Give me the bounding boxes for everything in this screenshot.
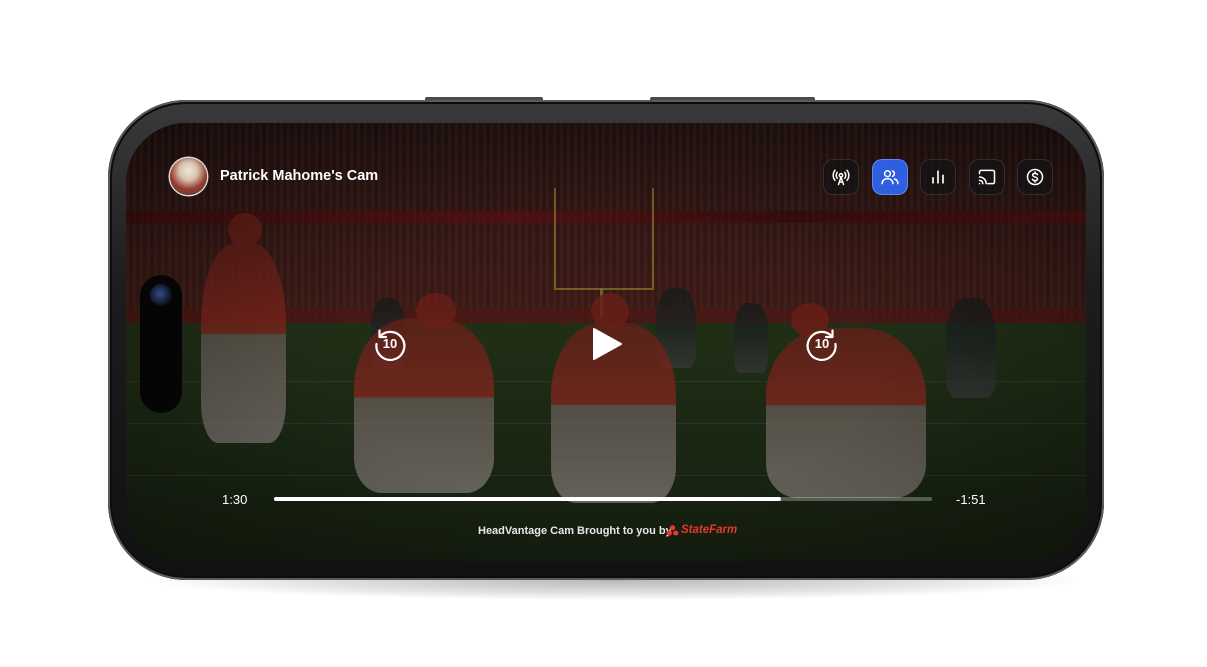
front-camera	[150, 284, 172, 306]
purchase-button[interactable]	[1017, 159, 1053, 195]
broadcast-button[interactable]	[823, 159, 859, 195]
forward-10-button[interactable]: 10	[803, 325, 841, 363]
progress-fill	[274, 497, 781, 501]
rewind-label: 10	[382, 336, 398, 351]
broadcast-icon	[832, 169, 850, 186]
users-icon	[881, 170, 899, 185]
sponsor-brand: StateFarm	[681, 524, 738, 536]
cast-icon	[978, 169, 996, 185]
rewind-10-button[interactable]: 10	[371, 325, 409, 363]
cameras-button[interactable]	[872, 159, 908, 195]
play-icon	[593, 328, 622, 360]
statefarm-logo-icon	[666, 524, 679, 535]
dollar-icon	[1026, 168, 1044, 186]
cast-button[interactable]	[969, 159, 1005, 195]
forward-label: 10	[814, 336, 830, 351]
sponsor-logo: StateFarm	[666, 524, 737, 536]
stats-icon	[932, 170, 944, 184]
remaining-time: -1:51	[956, 492, 986, 507]
elapsed-time: 1:30	[222, 492, 248, 507]
progress-bar[interactable]	[274, 497, 932, 501]
stats-button[interactable]	[920, 159, 956, 195]
play-button[interactable]	[588, 326, 626, 362]
avatar[interactable]	[170, 158, 207, 195]
cam-title: Patrick Mahome's Cam	[220, 168, 379, 184]
sponsor-text: HeadVantage Cam Brought to you by	[478, 525, 672, 537]
